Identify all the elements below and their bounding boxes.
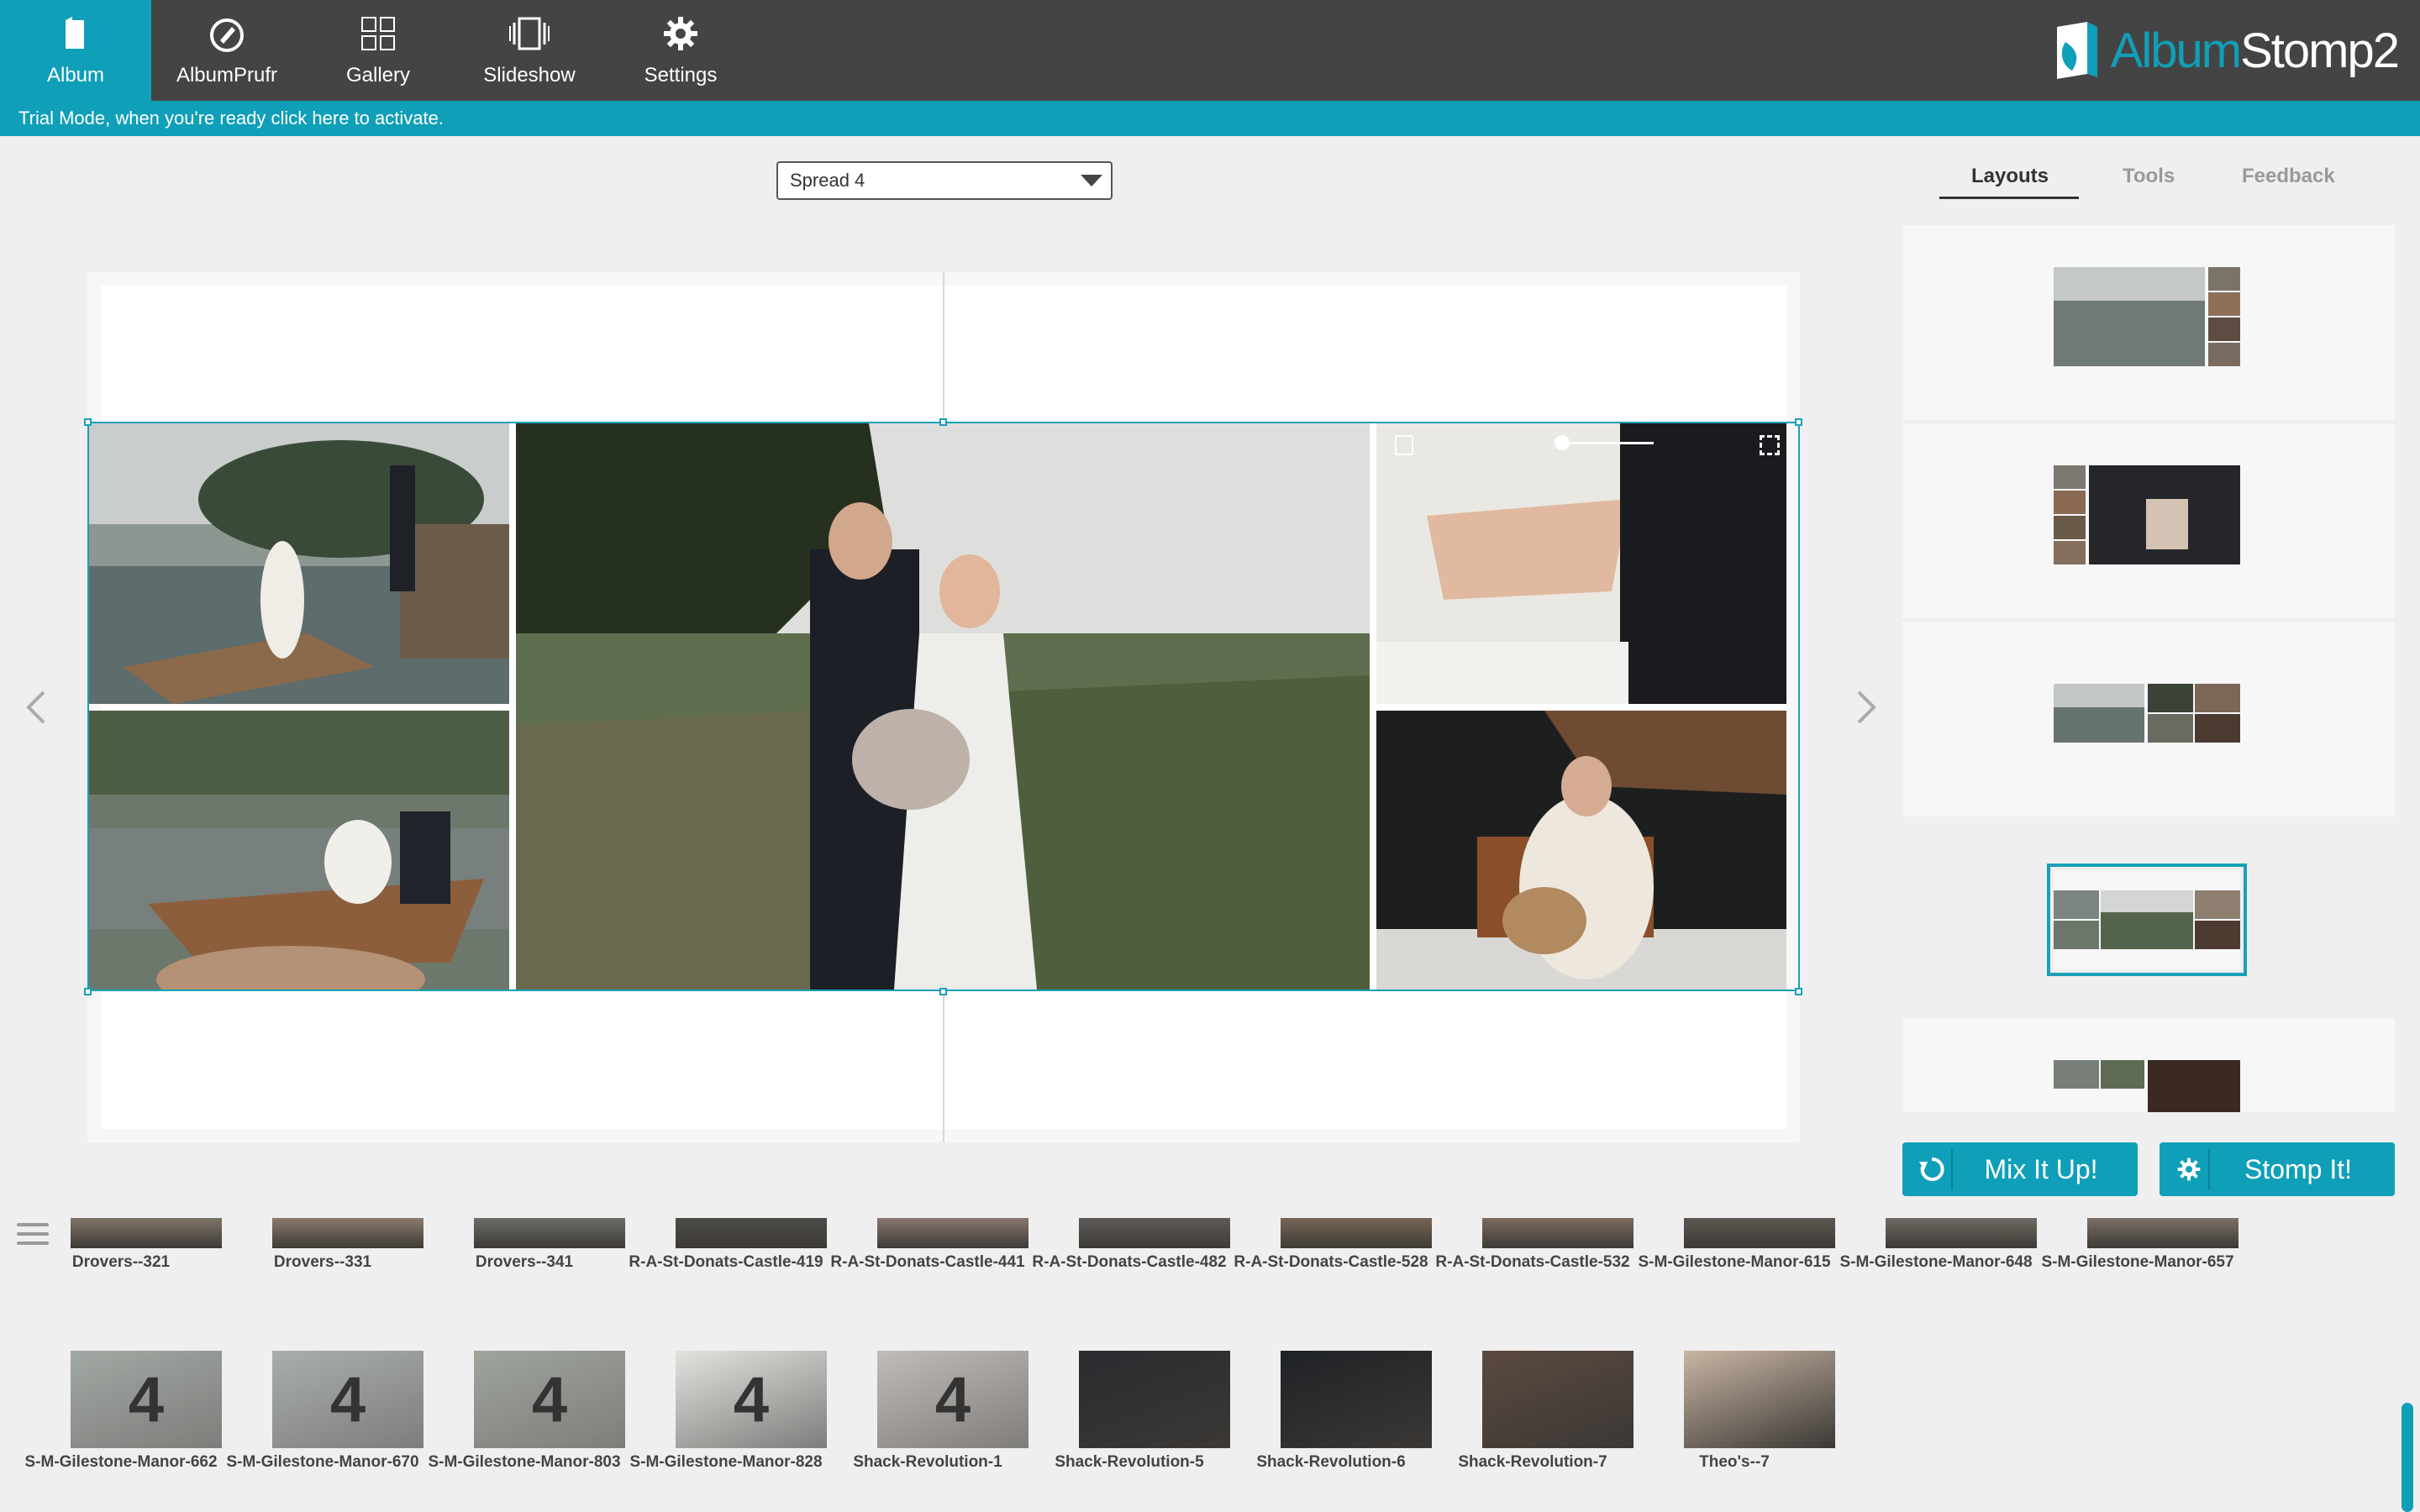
nav-settings[interactable]: Settings: [605, 0, 756, 101]
strip-image-thumbnail: [877, 1218, 1028, 1248]
stomp-it-label: Stomp It!: [2244, 1153, 2353, 1184]
tab-feedback[interactable]: Feedback: [2242, 165, 2335, 188]
next-spread-button[interactable]: [1849, 687, 1882, 727]
nav-label: Settings: [644, 64, 718, 87]
strip-image-thumbnail: [1482, 1351, 1634, 1448]
resize-handle[interactable]: [1795, 988, 1802, 995]
refresh-icon: [1912, 1149, 1953, 1189]
layout-option[interactable]: [1902, 1018, 2395, 1112]
layout-thumbnail: [2054, 664, 2240, 763]
nav-albumprufr[interactable]: AlbumPrufr: [151, 0, 302, 101]
strip-image-thumbnail: [1079, 1351, 1230, 1448]
nav-label: Gallery: [345, 64, 411, 87]
tab-tools[interactable]: Tools: [2123, 165, 2175, 188]
gear-icon: [2170, 1149, 2210, 1189]
strip-image-caption: R-A-St-Donats-Castle-528: [1234, 1253, 1428, 1271]
strip-image-thumbnail: [272, 1218, 424, 1248]
layouts-list[interactable]: [1902, 225, 2395, 1112]
strip-image-caption: R-A-St-Donats-Castle-482: [1032, 1253, 1227, 1271]
brand-logo: AlbumStomp2: [2054, 15, 2400, 86]
mix-it-up-button[interactable]: Mix It Up!: [1902, 1142, 2138, 1196]
strip-image-caption: R-A-St-Donats-Castle-419: [629, 1253, 823, 1271]
stomp-it-button[interactable]: Stomp It!: [2160, 1142, 2395, 1196]
chevron-down-icon: [1081, 175, 1102, 186]
resize-handle[interactable]: [939, 988, 947, 995]
strip-image-caption: S-M-Gilestone-Manor-670: [226, 1453, 419, 1471]
nav-gallery[interactable]: Gallery: [302, 0, 454, 101]
layout-thumbnail: [2054, 465, 2240, 564]
nav-slideshow[interactable]: Slideshow: [454, 0, 605, 101]
strip-image-caption: S-M-Gilestone-Manor-662: [24, 1453, 218, 1471]
strip-image-caption: S-M-Gilestone-Manor-657: [2041, 1253, 2234, 1271]
resize-handle[interactable]: [84, 988, 92, 995]
layout-option-selected[interactable]: [1902, 820, 2395, 1015]
strip-image-thumbnail: [1684, 1351, 1835, 1448]
nav-label: Album: [46, 64, 105, 87]
strip-image-thumbnail: [1281, 1351, 1432, 1448]
strip-image-thumbnail: [474, 1218, 625, 1248]
strip-image-caption: S-M-Gilestone-Manor-828: [629, 1453, 823, 1471]
spread-select-value: Spread 4: [790, 170, 865, 191]
layout-thumbnail: [2047, 864, 2247, 976]
strip-image-thumbnail: [71, 1218, 222, 1248]
chevron-right-icon: [1857, 690, 1876, 724]
brand-name-part2: Stomp2: [2240, 23, 2400, 78]
layout-thumbnail: [2054, 1060, 2240, 1112]
nav-album[interactable]: Album: [0, 0, 151, 101]
strip-image-thumbnail: [1281, 1218, 1432, 1248]
usage-count-badge: 4: [676, 1351, 827, 1448]
brand-name-part1: Album: [2110, 23, 2242, 78]
strip-image-thumbnail: [676, 1218, 827, 1248]
tab-layouts[interactable]: Layouts: [1971, 165, 2049, 188]
spread-select[interactable]: Spread 4: [776, 161, 1113, 200]
album-stomp-logo-icon: [2056, 22, 2097, 79]
proof-icon: [210, 18, 244, 52]
usage-count-badge: 4: [474, 1351, 625, 1448]
spread-selection-frame: [87, 422, 1800, 991]
strip-image-caption: Drovers--341: [475, 1253, 574, 1271]
strip-image-caption: Shack-Revolution-7: [1458, 1453, 1607, 1471]
strip-image-caption: Drovers--321: [71, 1253, 171, 1271]
usage-count-badge: 4: [272, 1351, 424, 1448]
strip-image-caption: R-A-St-Donats-Castle-441: [830, 1253, 1025, 1271]
strip-image-caption: S-M-Gilestone-Manor-648: [1839, 1253, 2033, 1271]
strip-image-caption: R-A-St-Donats-Castle-532: [1435, 1253, 1630, 1271]
layout-option[interactable]: [1902, 622, 2395, 816]
strip-image-thumbnail: [1886, 1218, 2037, 1248]
previous-spread-button[interactable]: [20, 687, 54, 727]
strip-image-caption: Shack-Revolution-1: [853, 1453, 1002, 1471]
slideshow-icon: [509, 17, 550, 50]
gallery-grid-icon: [361, 17, 395, 50]
strip-image-thumbnail: [1079, 1218, 1230, 1248]
strip-image-caption: Drovers--331: [273, 1253, 372, 1271]
strip-image-caption: Shack-Revolution-5: [1055, 1453, 1204, 1471]
resize-handle[interactable]: [939, 418, 947, 426]
usage-count-badge: 4: [877, 1351, 1028, 1448]
layout-option[interactable]: [1902, 423, 2395, 618]
resize-handle[interactable]: [1795, 418, 1802, 426]
strip-image-caption: Shack-Revolution-6: [1256, 1453, 1406, 1471]
strip-image-caption: S-M-Gilestone-Manor-615: [1638, 1253, 1831, 1271]
strip-image-thumbnail: [1482, 1218, 1634, 1248]
chevron-left-icon: [26, 690, 45, 724]
resize-handle[interactable]: [84, 418, 92, 426]
strip-image-caption: Theo's--7: [1699, 1453, 1770, 1471]
mix-it-up-label: Mix It Up!: [1984, 1153, 2098, 1184]
usage-count-badge: 4: [71, 1351, 222, 1448]
trial-mode-banner[interactable]: Trial Mode, when you're ready click here…: [0, 101, 2420, 136]
layout-thumbnail: [2054, 267, 2240, 366]
strip-image-caption: S-M-Gilestone-Manor-803: [428, 1453, 621, 1471]
strip-image-thumbnail: [1684, 1218, 1835, 1248]
menu-icon[interactable]: [17, 1223, 49, 1248]
layout-option[interactable]: [1902, 225, 2395, 420]
gear-icon: [664, 17, 697, 50]
top-navigation-bar: Album AlbumPrufr Gallery Slideshow Setti…: [0, 0, 2420, 101]
strip-scrollbar[interactable]: [2402, 1403, 2413, 1512]
nav-label: AlbumPrufr: [176, 64, 278, 87]
active-tab-indicator: [1939, 197, 2079, 199]
strip-image-thumbnail: [2087, 1218, 2238, 1248]
nav-label: Slideshow: [483, 64, 576, 87]
album-icon: [66, 17, 84, 49]
